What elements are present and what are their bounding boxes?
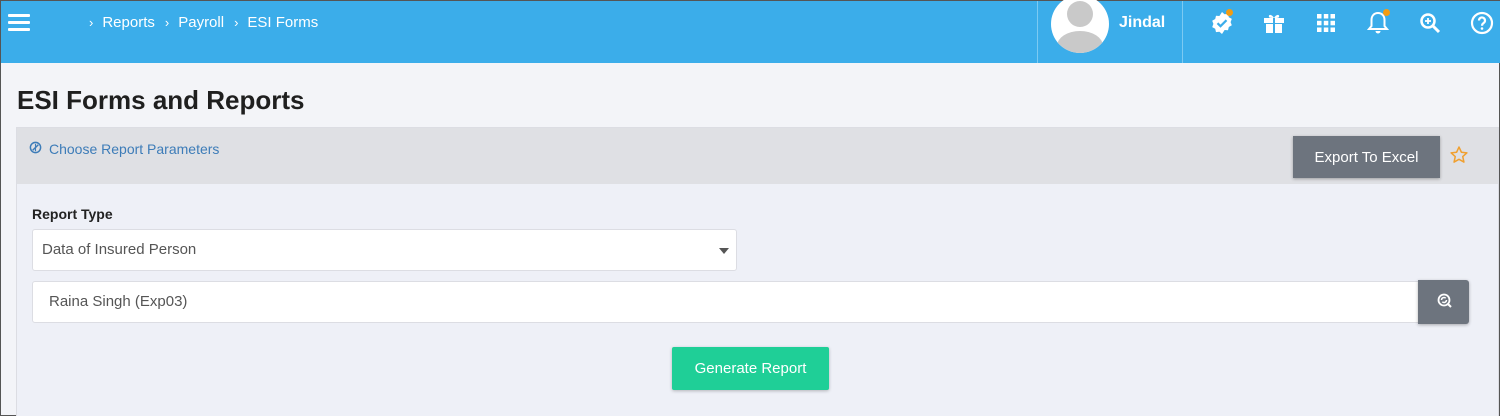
breadcrumb-item-esi-forms[interactable]: ESI Forms [247, 14, 318, 31]
report-type-select[interactable]: Data of Insured Person [32, 229, 737, 271]
report-type-label: Report Type [32, 206, 113, 222]
employee-field[interactable]: Raina Singh (Exp03) [32, 281, 1419, 323]
hamburger-icon[interactable] [8, 14, 30, 32]
breadcrumb-separator: › [234, 15, 239, 30]
search-refresh-icon [1436, 292, 1452, 313]
bell-icon[interactable] [1365, 9, 1391, 36]
verified-badge-icon[interactable] [1209, 9, 1235, 36]
filter-icon [29, 141, 42, 157]
search-zoom-icon[interactable] [1417, 10, 1443, 36]
generate-report-button[interactable]: Generate Report [672, 347, 829, 390]
apps-grid-icon[interactable] [1313, 10, 1339, 36]
report-parameters-panel: Choose Report Parameters Export To Excel… [16, 127, 1499, 416]
gift-icon[interactable] [1261, 10, 1287, 36]
breadcrumb-item-payroll[interactable]: Payroll [178, 14, 224, 31]
user-name[interactable]: Jindal [1119, 14, 1165, 32]
breadcrumb: › Reports › Payroll › ESI Forms [89, 14, 328, 31]
employee-search-button[interactable] [1418, 280, 1469, 324]
breadcrumb-separator: › [164, 15, 170, 30]
star-icon[interactable] [1449, 145, 1469, 170]
panel-header: Choose Report Parameters Export To Excel [17, 128, 1498, 184]
breadcrumb-item-reports[interactable]: Reports [102, 14, 155, 31]
report-type-value: Data of Insured Person [42, 241, 197, 258]
top-bar: › Reports › Payroll › ESI Forms Jindal [1, 0, 1500, 63]
choose-report-parameters-label: Choose Report Parameters [49, 141, 220, 157]
breadcrumb-separator: › [89, 15, 94, 30]
help-icon[interactable] [1469, 10, 1495, 36]
employee-value: Raina Singh (Exp03) [49, 293, 188, 310]
export-to-excel-button[interactable]: Export To Excel [1293, 136, 1440, 178]
user-menu[interactable]: Jindal [1037, 0, 1183, 63]
page-title: ESI Forms and Reports [17, 85, 305, 115]
avatar[interactable] [1051, 0, 1109, 53]
caret-down-icon [719, 248, 729, 254]
choose-report-parameters-link[interactable]: Choose Report Parameters [29, 141, 219, 157]
